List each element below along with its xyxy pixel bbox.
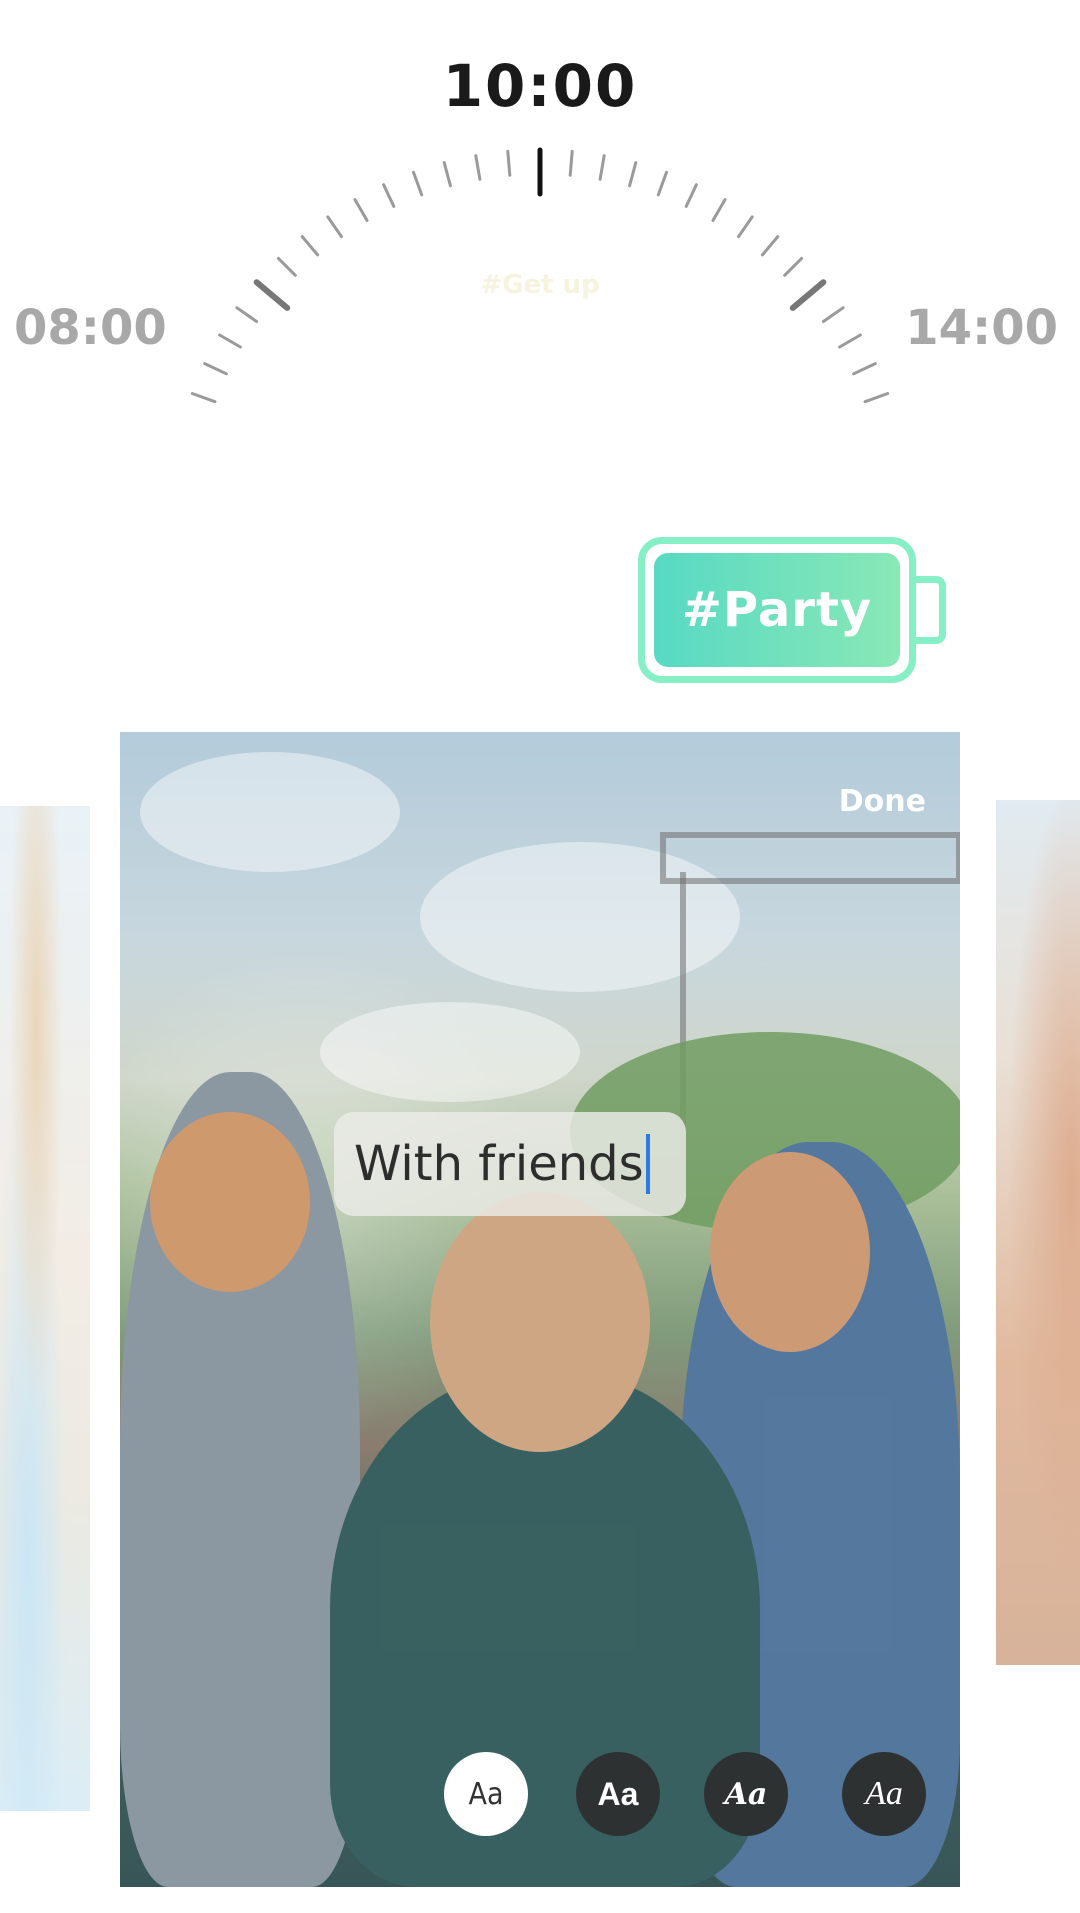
dial-tick xyxy=(474,154,482,181)
dial-tick xyxy=(783,256,804,277)
dial-tick xyxy=(656,170,668,197)
battery-cap xyxy=(916,576,946,644)
done-button[interactable]: Done xyxy=(839,784,926,819)
photo-dim-overlay xyxy=(120,732,960,1887)
caption-text-box[interactable]: With friends xyxy=(334,1112,686,1216)
dial-tick xyxy=(218,333,242,349)
dial-tick xyxy=(568,149,574,177)
dial-tick xyxy=(852,362,877,376)
dial-tick xyxy=(382,183,396,208)
dial-tick xyxy=(598,154,606,181)
dial-ticks xyxy=(190,147,890,404)
dial-tick xyxy=(789,279,827,311)
dial-tick xyxy=(863,392,890,404)
dial-tick xyxy=(235,306,259,323)
dial-tick xyxy=(737,215,754,239)
text-caret xyxy=(645,1134,650,1194)
tag-fill: #Party xyxy=(654,553,900,667)
dial-tick xyxy=(276,256,297,277)
dial-tick xyxy=(711,198,727,222)
font-option-script-button[interactable]: Aa xyxy=(704,1752,788,1836)
dial-tick xyxy=(684,183,698,208)
dial-tick xyxy=(190,392,217,404)
dial-tick xyxy=(838,333,862,349)
dial-tick xyxy=(760,235,780,257)
dial-tick xyxy=(203,362,228,376)
font-style-picker: Aa Aa Aa Aa xyxy=(120,1752,960,1842)
dial-tick xyxy=(326,215,343,239)
font-option-regular-button[interactable]: Aa xyxy=(444,1752,528,1836)
font-option-serif-button[interactable]: Aa xyxy=(842,1752,926,1836)
next-story-preview[interactable] xyxy=(996,800,1080,1665)
story-photo-card[interactable]: Done With friends Aa Aa Aa Aa xyxy=(120,732,960,1887)
dial-tick xyxy=(253,279,291,311)
dial-tick xyxy=(442,161,452,188)
dial-tick xyxy=(353,198,369,222)
font-option-bold-button[interactable]: Aa xyxy=(576,1752,660,1836)
dial-tick xyxy=(300,235,320,257)
dial-tick xyxy=(412,170,424,197)
previous-story-preview[interactable] xyxy=(0,806,90,1811)
dial-tick xyxy=(506,149,512,177)
dial-tick xyxy=(628,161,638,188)
party-tag-battery[interactable]: #Party xyxy=(638,537,916,683)
caption-input[interactable]: With friends xyxy=(354,1136,644,1192)
time-dial[interactable]: 10:00 08:00 14:00 #Get up xyxy=(0,0,1080,440)
tag-label: #Party xyxy=(681,582,873,638)
dial-tick xyxy=(821,306,845,323)
